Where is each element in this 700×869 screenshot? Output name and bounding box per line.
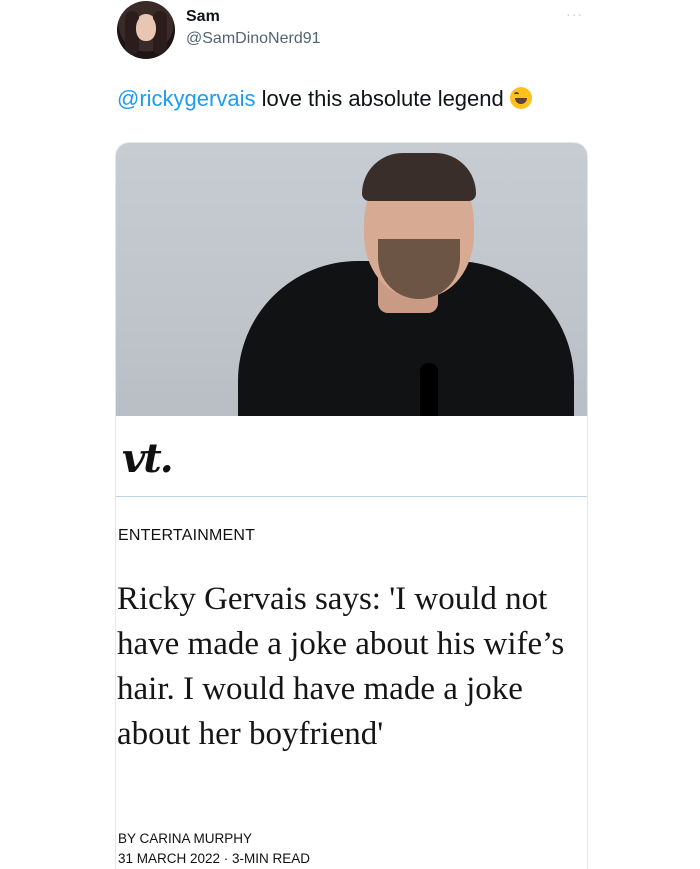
- tweet-body: love this absolute legend: [255, 86, 504, 111]
- article-photo[interactable]: [116, 143, 587, 416]
- avatar[interactable]: [117, 1, 175, 59]
- photo-microphone: [420, 363, 438, 416]
- face-with-tears-of-joy-icon: [509, 87, 532, 109]
- article-byline: BY CARINA MURPHY: [118, 831, 253, 846]
- article-dateline: 31 MARCH 2022 · 3-MIN READ: [118, 851, 311, 866]
- author-handle[interactable]: @SamDinoNerd91: [186, 30, 321, 48]
- author-name[interactable]: Sam: [186, 8, 220, 26]
- publisher-logo: vt.: [122, 435, 174, 482]
- photo-hair: [362, 153, 476, 201]
- divider: [116, 496, 587, 497]
- more-options-icon[interactable]: ···: [566, 6, 583, 22]
- mention-link[interactable]: @rickygervais: [117, 86, 255, 111]
- avatar-face: [136, 15, 156, 41]
- article-category[interactable]: ENTERTAINMENT: [118, 527, 255, 545]
- article-card[interactable]: vt. ENTERTAINMENT Ricky Gervais says: 'I…: [115, 142, 588, 869]
- article-headline[interactable]: Ricky Gervais says: 'I would not have ma…: [117, 577, 587, 757]
- tweet-text: @rickygervais love this absolute legend: [117, 86, 532, 112]
